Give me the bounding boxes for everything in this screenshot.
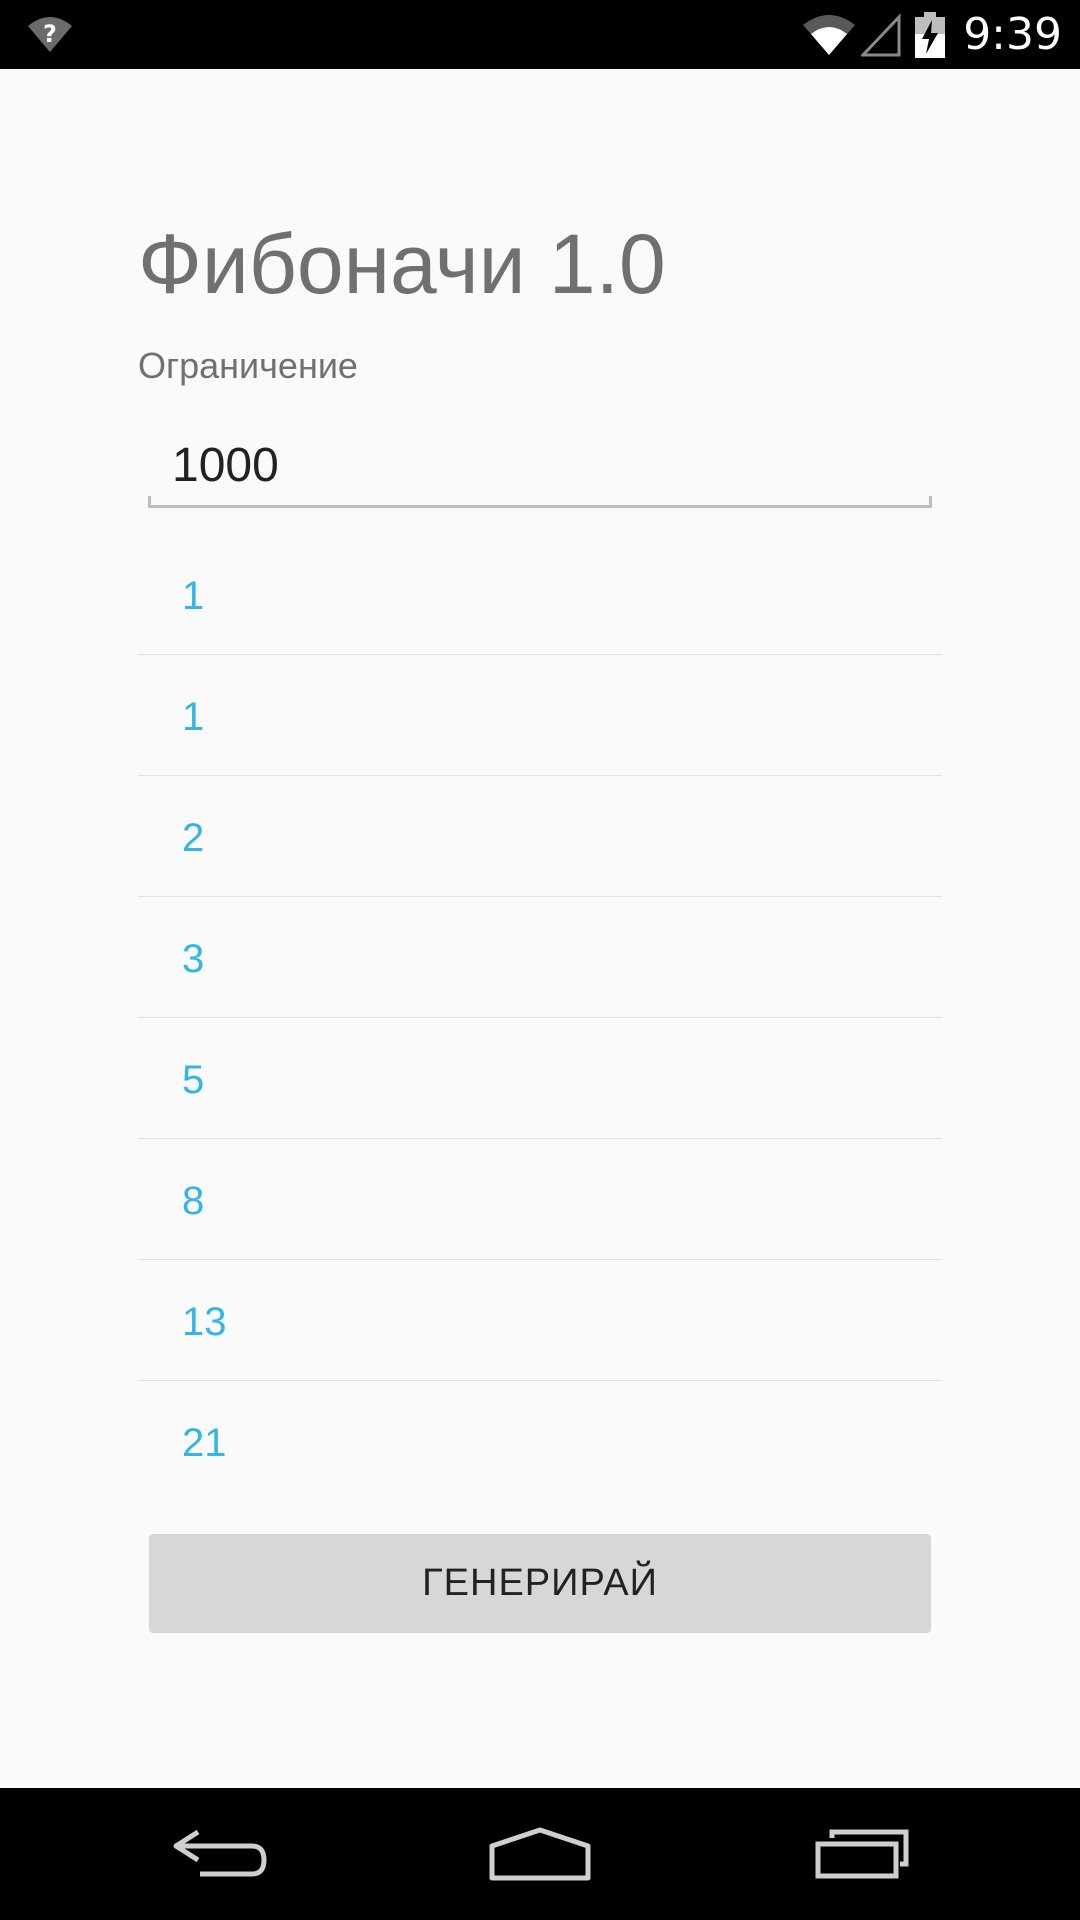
list-item-value: 5 bbox=[182, 1058, 205, 1102]
limit-field[interactable] bbox=[148, 430, 932, 508]
screen: ? 9:39 Фибоначи 1.0 Ограничение 1000 1 1… bbox=[0, 0, 1080, 1920]
list-item[interactable]: 1 bbox=[138, 655, 942, 776]
home-button[interactable] bbox=[440, 1788, 640, 1920]
generate-button[interactable]: ГЕНЕРИРАЙ bbox=[149, 1534, 931, 1633]
home-icon bbox=[489, 1827, 591, 1881]
wifi-icon bbox=[803, 14, 856, 55]
input-underline bbox=[148, 496, 932, 508]
fibonacci-list[interactable]: 1 1 2 3 5 8 13 21 bbox=[138, 534, 942, 1502]
status-bar: ? 9:39 bbox=[0, 0, 1080, 69]
signal-icon bbox=[861, 12, 901, 56]
limit-label: Ограничение bbox=[138, 345, 358, 386]
list-item[interactable]: 21 bbox=[138, 1381, 942, 1502]
status-time: 9:39 bbox=[963, 9, 1062, 60]
list-item-value: 1 bbox=[182, 695, 205, 739]
back-icon bbox=[173, 1829, 267, 1877]
list-item-value: 3 bbox=[182, 937, 205, 981]
list-item[interactable]: 2 bbox=[138, 776, 942, 897]
list-item-value: 21 bbox=[182, 1421, 227, 1465]
wifi-unknown-icon: ? bbox=[28, 17, 72, 52]
limit-input[interactable] bbox=[148, 430, 932, 500]
svg-text:?: ? bbox=[43, 20, 57, 48]
list-item-value: 13 bbox=[182, 1300, 227, 1344]
list-item-value: 8 bbox=[182, 1179, 205, 1223]
page-title: Фибоначи 1.0 bbox=[138, 217, 666, 311]
recents-button[interactable] bbox=[762, 1788, 962, 1920]
list-item-value: 1 bbox=[182, 574, 205, 618]
list-item[interactable]: 5 bbox=[138, 1018, 942, 1139]
list-item[interactable]: 8 bbox=[138, 1139, 942, 1260]
list-item[interactable]: 13 bbox=[138, 1260, 942, 1381]
list-item[interactable]: 3 bbox=[138, 897, 942, 1018]
list-item-value: 2 bbox=[182, 816, 205, 860]
status-icons: 9:39 bbox=[801, 0, 1062, 69]
list-item[interactable]: 1 bbox=[138, 534, 942, 655]
back-button[interactable] bbox=[120, 1788, 320, 1920]
battery-charging-icon bbox=[915, 11, 946, 58]
navigation-bar bbox=[0, 1788, 1080, 1920]
recents-icon bbox=[815, 1829, 909, 1879]
